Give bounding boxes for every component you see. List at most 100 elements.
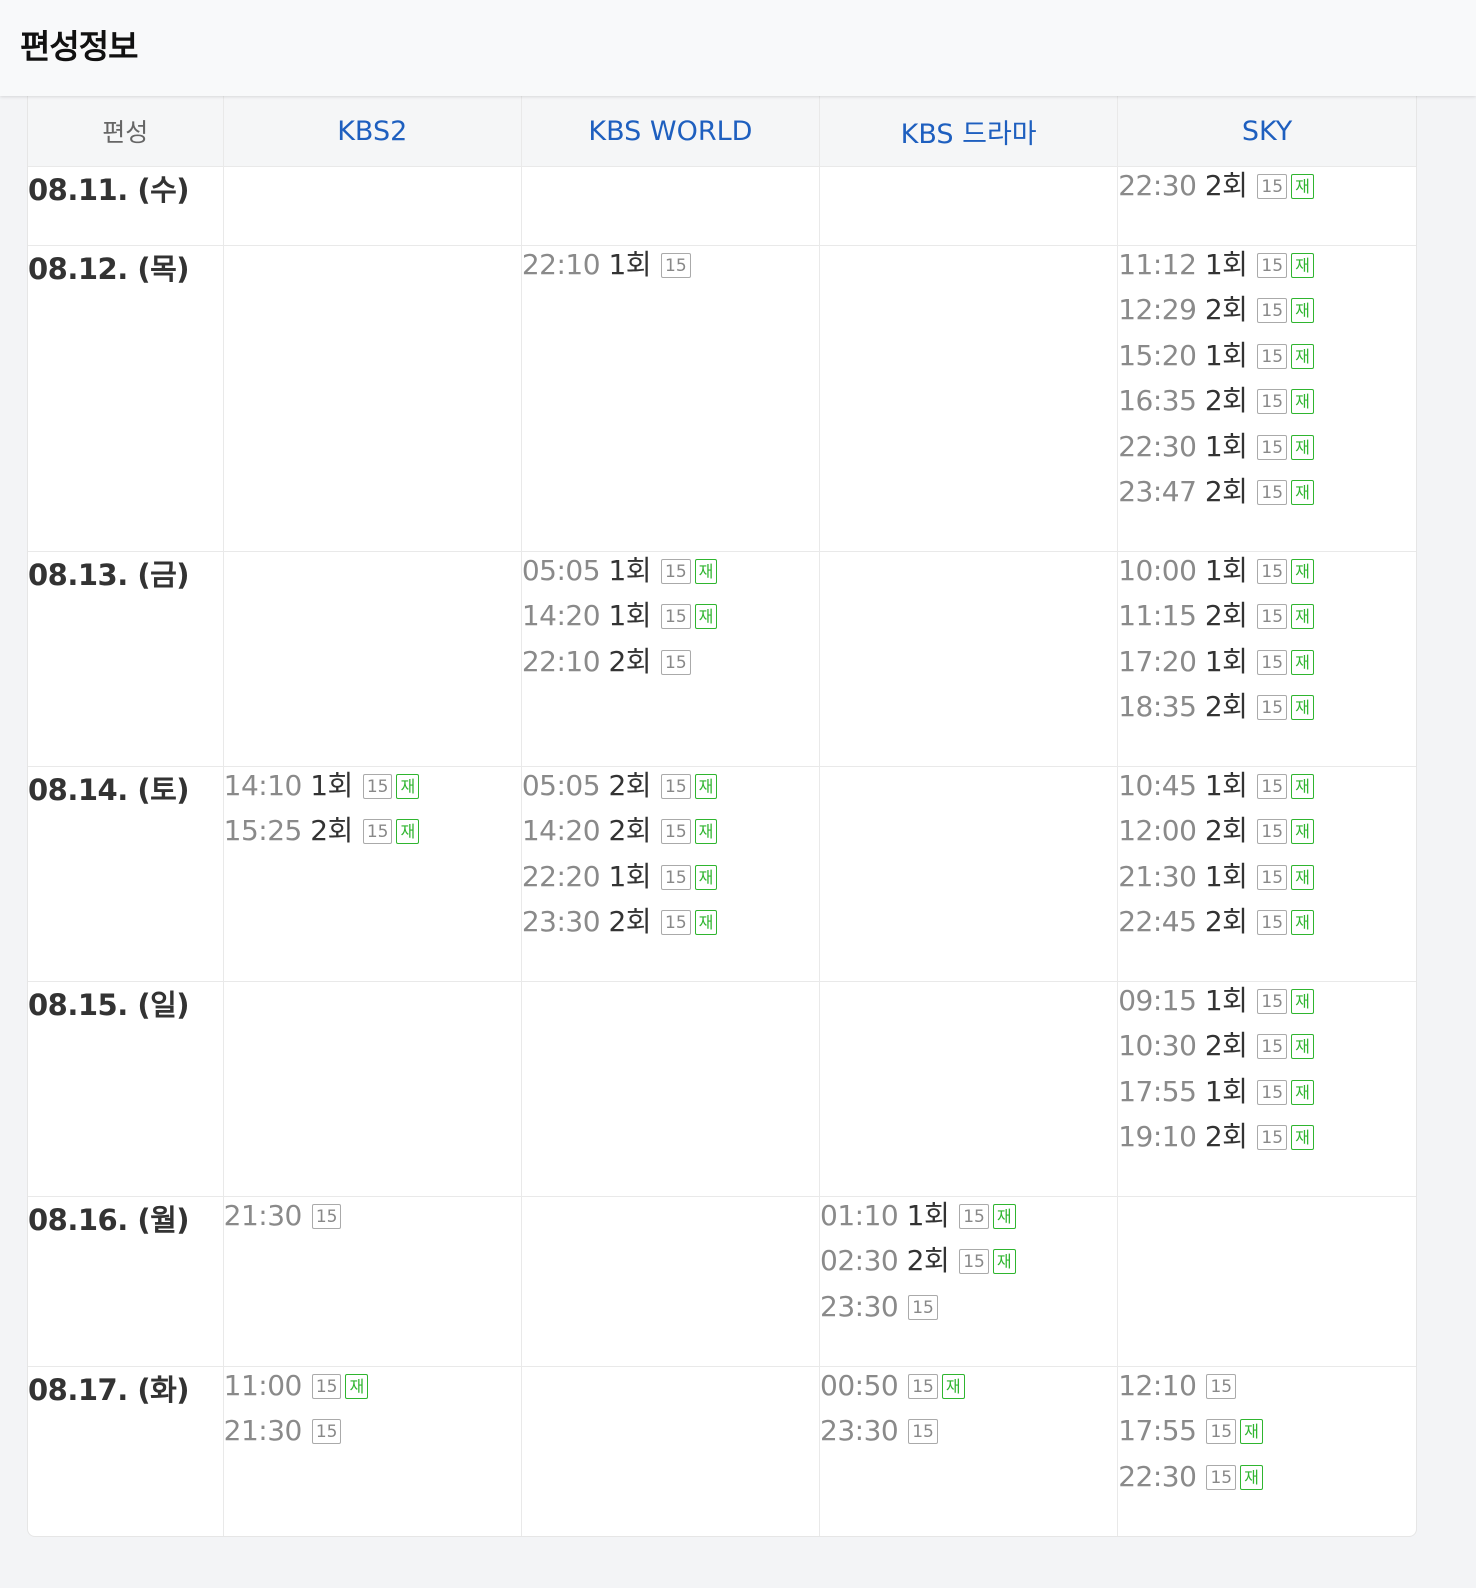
schedule-cell: 21:30 15: [223, 1196, 522, 1367]
rerun-badge: 재: [1291, 774, 1314, 799]
date-cell: 08.12. (목): [28, 245, 224, 552]
air-time: 12:29: [1118, 293, 1197, 327]
broadcast-slot[interactable]: 19:10 2회 15 재: [1118, 1118, 1416, 1163]
broadcast-slot[interactable]: 15:20 1회 15 재: [1118, 337, 1416, 382]
broadcast-slot[interactable]: 14:20 1회 15 재: [522, 597, 819, 642]
page-title: 편성정보: [20, 27, 138, 66]
broadcast-slot[interactable]: 22:45 2회 15 재: [1118, 903, 1416, 948]
age-rating-badge: 15: [661, 649, 691, 675]
date-cell: 08.11. (수): [28, 166, 224, 246]
rerun-badge: 재: [1291, 174, 1314, 199]
schedule-cell: [223, 245, 522, 552]
broadcast-slot[interactable]: 15:25 2회 15 재: [224, 812, 521, 857]
episode-number: 2회: [310, 814, 353, 848]
air-time: 11:15: [1118, 599, 1197, 633]
schedule-cell: [819, 551, 1119, 767]
schedule-cell: [223, 551, 522, 767]
broadcast-slot[interactable]: 12:29 2회 15 재: [1118, 291, 1416, 336]
schedule-cell: [521, 1196, 821, 1367]
broadcast-slot[interactable]: 17:20 1회 15 재: [1118, 643, 1416, 688]
schedule-cell: [223, 166, 522, 246]
broadcast-slot[interactable]: 12:00 2회 15 재: [1118, 812, 1416, 857]
broadcast-slot[interactable]: 05:05 1회 15 재: [522, 552, 819, 597]
episode-number: 1회: [1204, 554, 1248, 587]
broadcast-slot[interactable]: 22:10 1회 15: [522, 246, 819, 291]
broadcast-slot[interactable]: 22:10 2회 15: [522, 643, 819, 688]
episode-number: 1회: [1204, 338, 1248, 372]
episode-number: 1회: [1204, 859, 1248, 893]
broadcast-slot[interactable]: 22:20 1회 15 재: [522, 858, 819, 903]
broadcast-slot[interactable]: 10:30 2회 15 재: [1118, 1027, 1416, 1072]
channel-kbs-world[interactable]: KBS WORLD: [521, 96, 821, 167]
broadcast-slot[interactable]: 14:10 1회 15 재: [224, 767, 521, 812]
broadcast-slot[interactable]: 22:30 15 재: [1118, 1458, 1416, 1503]
channel-header-row: 편성 KBS2 KBS WORLD KBS 드라마 SKY: [28, 96, 1416, 167]
air-time: 10:00: [1118, 554, 1197, 587]
broadcast-slot[interactable]: 22:30 1회 15 재: [1118, 428, 1416, 473]
age-rating-badge: 15: [1257, 910, 1288, 936]
air-time: 21:30: [223, 1199, 303, 1232]
episode-number: 1회: [1204, 1074, 1248, 1108]
broadcast-slot[interactable]: 11:15 2회 15 재: [1118, 597, 1416, 642]
episode-number: 2회: [608, 769, 652, 802]
age-rating-badge: 15: [1257, 389, 1288, 415]
age-rating-badge: 15: [1257, 774, 1288, 799]
age-rating-badge: 15: [661, 910, 691, 936]
broadcast-slot[interactable]: 23:47 2회 15 재: [1118, 473, 1416, 518]
rerun-badge: 재: [1291, 649, 1314, 675]
schedule-cell: 11:12 1회 15 재 12:29 2회 15 재 15:20 1회 15 재 16:35 2…: [1117, 245, 1416, 552]
episode-number: 2회: [608, 905, 652, 939]
air-time: 14:10: [223, 769, 303, 802]
episode-number: 2회: [1204, 293, 1248, 327]
broadcast-slot[interactable]: 11:12 1회 15 재: [1118, 246, 1416, 291]
broadcast-slot[interactable]: 01:10 1회 15 재: [820, 1197, 1117, 1242]
broadcast-slot[interactable]: 23:30 15: [820, 1288, 1117, 1333]
broadcast-slot[interactable]: 23:30 2회 15 재: [522, 903, 819, 948]
broadcast-slot[interactable]: 17:55 15 재: [1118, 1412, 1416, 1457]
channel-sky[interactable]: SKY: [1117, 96, 1416, 167]
broadcast-slot[interactable]: 00:50 15 재: [820, 1367, 1117, 1412]
age-rating-badge: 15: [661, 774, 691, 799]
broadcast-slot[interactable]: 18:35 2회 15 재: [1118, 688, 1416, 733]
rerun-badge: 재: [1291, 1034, 1314, 1060]
schedule-cell: [819, 166, 1119, 246]
broadcast-slot[interactable]: 10:00 1회 15 재: [1118, 552, 1416, 597]
episode-number: 1회: [906, 1199, 950, 1232]
age-rating-badge: 15: [1257, 649, 1288, 675]
broadcast-slot[interactable]: 11:00 15 재: [224, 1367, 521, 1412]
broadcast-slot[interactable]: 22:30 2회 15 재: [1118, 167, 1416, 212]
broadcast-slot[interactable]: 12:10 15: [1118, 1367, 1416, 1412]
air-time: 23:30: [820, 1414, 899, 1448]
broadcast-slot[interactable]: 14:20 2회 15 재: [522, 812, 819, 857]
schedule-cell: 14:10 1회 15 재 15:25 2회 15 재: [223, 766, 522, 982]
rerun-badge: 재: [1291, 298, 1314, 324]
rerun-badge: 재: [1291, 434, 1314, 460]
broadcast-slot[interactable]: 02:30 2회 15 재: [820, 1242, 1117, 1287]
broadcast-slot[interactable]: 17:55 1회 15 재: [1118, 1073, 1416, 1118]
broadcast-slot[interactable]: 21:30 15: [224, 1412, 521, 1457]
air-time: 16:35: [1118, 384, 1197, 418]
corner-label: 편성: [28, 96, 224, 167]
broadcast-slot[interactable]: 23:30 15: [820, 1412, 1117, 1457]
channel-kbs-drama[interactable]: KBS 드라마: [819, 96, 1119, 167]
schedule-cell: [819, 981, 1119, 1197]
rerun-badge: 재: [694, 910, 718, 936]
rerun-badge: 재: [345, 1374, 369, 1399]
broadcast-slot[interactable]: 10:45 1회 15 재: [1118, 767, 1416, 812]
channel-kbs2[interactable]: KBS2: [223, 96, 522, 167]
episode-number: 1회: [1204, 984, 1248, 1017]
age-rating-badge: 15: [362, 819, 393, 845]
rerun-badge: 재: [941, 1374, 965, 1399]
schedule-cell: [223, 981, 522, 1197]
schedule-cell: [1117, 1196, 1416, 1367]
broadcast-slot[interactable]: 05:05 2회 15 재: [522, 767, 819, 812]
age-rating-badge: 15: [1257, 604, 1288, 630]
schedule-cell: [521, 166, 821, 246]
broadcast-slot[interactable]: 21:30 15: [224, 1197, 521, 1242]
air-time: 15:25: [223, 814, 303, 848]
broadcast-slot[interactable]: 09:15 1회 15 재: [1118, 982, 1416, 1027]
rerun-badge: 재: [1240, 1419, 1263, 1445]
broadcast-slot[interactable]: 21:30 1회 15 재: [1118, 858, 1416, 903]
broadcast-slot[interactable]: 16:35 2회 15 재: [1118, 382, 1416, 427]
date-cell: 08.16. (월): [28, 1196, 224, 1367]
